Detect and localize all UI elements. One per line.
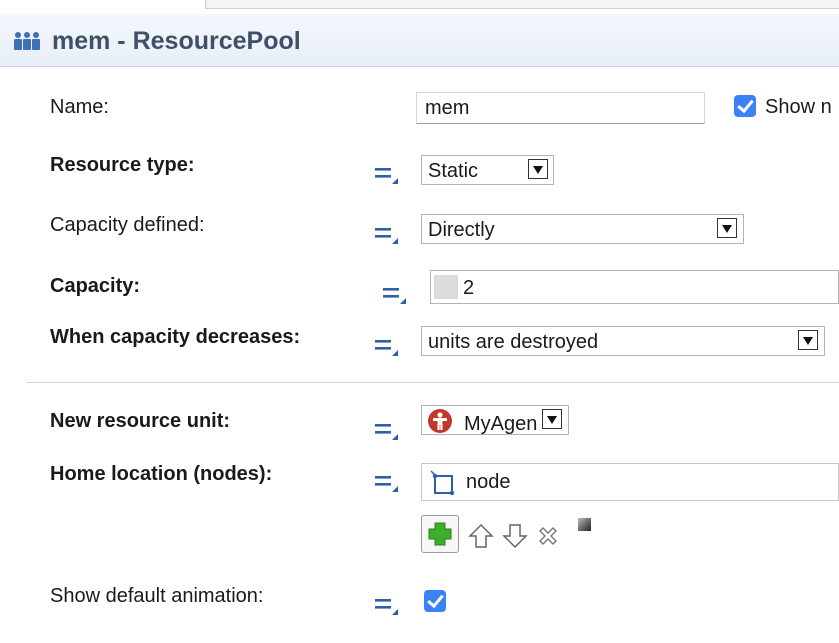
properties-header: mem - ResourcePool bbox=[0, 14, 839, 67]
static-dynamic-toggle-icon[interactable] bbox=[374, 418, 400, 442]
agent-icon bbox=[427, 408, 453, 434]
new-resource-unit-select[interactable]: MyAgen bbox=[421, 405, 569, 435]
add-node-button[interactable] bbox=[421, 515, 459, 553]
name-input[interactable]: mem bbox=[416, 92, 705, 124]
resource-type-value: Static bbox=[428, 160, 479, 182]
static-dynamic-toggle-icon[interactable] bbox=[374, 222, 400, 246]
static-dynamic-toggle-icon[interactable] bbox=[374, 162, 400, 186]
capacity-value: 2 bbox=[463, 277, 475, 299]
resource-type-select[interactable]: Static bbox=[421, 155, 554, 185]
name-label: Name: bbox=[50, 96, 109, 118]
section-divider bbox=[26, 382, 839, 383]
remove-node-button[interactable] bbox=[536, 524, 560, 548]
node-icon bbox=[430, 468, 460, 498]
show-name-checkbox[interactable] bbox=[734, 95, 756, 117]
arrow-down-icon bbox=[502, 524, 528, 549]
capacity-defined-value: Directly bbox=[428, 219, 495, 241]
show-default-animation-label: Show default animation: bbox=[50, 585, 264, 607]
new-resource-unit-label: New resource unit: bbox=[50, 410, 231, 432]
plus-icon bbox=[428, 522, 452, 546]
when-capacity-decreases-select[interactable]: units are destroyed bbox=[421, 326, 825, 356]
static-dynamic-toggle-icon[interactable] bbox=[374, 593, 400, 617]
code-field-marker bbox=[434, 275, 458, 299]
resource-type-label: Resource type: bbox=[50, 154, 195, 176]
chevron-down-icon[interactable] bbox=[528, 159, 548, 179]
chevron-down-icon[interactable] bbox=[542, 409, 562, 429]
home-location-item[interactable]: node bbox=[466, 471, 511, 493]
capacity-defined-select[interactable]: Directly bbox=[421, 214, 744, 244]
when-capacity-decreases-value: units are destroyed bbox=[428, 331, 599, 353]
top-tab-strip bbox=[0, 0, 839, 14]
home-location-list[interactable]: node bbox=[421, 463, 839, 501]
close-icon bbox=[539, 527, 557, 545]
chevron-down-icon[interactable] bbox=[798, 330, 818, 350]
chevron-down-icon[interactable] bbox=[717, 218, 737, 238]
editor-tab-edge bbox=[205, 0, 839, 9]
static-dynamic-toggle-icon[interactable] bbox=[374, 470, 400, 494]
capacity-input[interactable]: 2 bbox=[430, 270, 839, 304]
static-dynamic-toggle-icon[interactable] bbox=[382, 282, 408, 306]
resource-pool-icon bbox=[12, 31, 42, 51]
arrow-up-icon bbox=[468, 523, 494, 548]
new-resource-unit-value: MyAgen bbox=[464, 413, 538, 435]
show-name-label: Show n bbox=[765, 96, 832, 118]
show-default-animation-checkbox[interactable] bbox=[424, 590, 446, 612]
when-capacity-decreases-label: When capacity decreases: bbox=[50, 326, 301, 348]
move-down-button[interactable] bbox=[502, 523, 528, 549]
panel-title: mem - ResourcePool bbox=[52, 27, 301, 55]
capacity-defined-label: Capacity defined: bbox=[50, 214, 205, 236]
capacity-label: Capacity: bbox=[50, 275, 141, 297]
color-swatch bbox=[578, 518, 591, 531]
move-up-button[interactable] bbox=[468, 523, 494, 549]
home-location-label: Home location (nodes): bbox=[50, 463, 273, 485]
static-dynamic-toggle-icon[interactable] bbox=[374, 334, 400, 358]
